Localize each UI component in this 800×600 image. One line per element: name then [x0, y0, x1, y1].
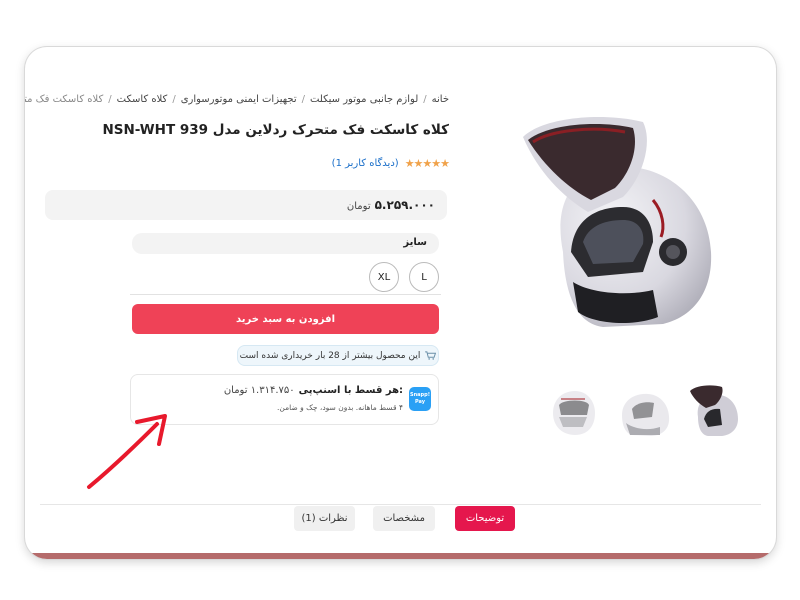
- tab-description[interactable]: توضیحات: [455, 506, 515, 531]
- breadcrumb-current: کلاه کاسکت فک متحرک ردل: [25, 93, 104, 105]
- breadcrumb: خانه / لوازم جانبی موتور سیکلت / تجهیزات…: [25, 91, 449, 107]
- size-label: سایز: [403, 237, 427, 248]
- popularity-text: این محصول بیشتر از 28 بار خریداری شده اس…: [239, 350, 421, 361]
- product-thumbnail-2[interactable]: [614, 381, 674, 441]
- popularity-notice: این محصول بیشتر از 28 بار خریداری شده اس…: [237, 345, 439, 366]
- snapp-pay-logo: Snapp! Pay: [409, 387, 431, 411]
- tab-specifications[interactable]: مشخصات: [373, 506, 435, 531]
- rating-row: ★★★★★ (دیدگاه کاربر 1): [332, 157, 450, 170]
- installment-amount: ۱.۳۱۴.۷۵۰ تومان: [223, 385, 295, 396]
- size-option-bar: سایز: [132, 233, 439, 254]
- breadcrumb-separator: /: [172, 93, 176, 105]
- breadcrumb-accessories[interactable]: لوازم جانبی موتور سیکلت: [310, 94, 418, 105]
- breadcrumb-separator: /: [108, 93, 112, 105]
- installment-subtitle: ۴ قسط ماهانه. بدون سود، چک و ضامن.: [277, 403, 403, 412]
- price-box: ۵.۲۵۹.۰۰۰ تومان: [45, 190, 447, 220]
- price-value: ۵.۲۵۹.۰۰۰: [374, 198, 435, 212]
- breadcrumb-home[interactable]: خانه: [432, 94, 449, 105]
- installment-title: هر قسط با اسنپ‌پی:: [298, 385, 403, 396]
- arrow-icon: [87, 414, 167, 489]
- breadcrumb-separator: /: [423, 93, 427, 105]
- frame-bottom-bar: [25, 553, 776, 559]
- product-thumbnail-3[interactable]: [543, 381, 603, 441]
- tabs-divider: [40, 504, 761, 505]
- cart-icon: [425, 351, 437, 360]
- price: ۵.۲۵۹.۰۰۰ تومان: [347, 198, 435, 212]
- rating-stars: ★★★★★: [404, 157, 450, 170]
- breadcrumb-safety-gear[interactable]: تجهیزات ایمنی موتورسواری: [181, 94, 297, 105]
- breadcrumb-helmets[interactable]: کلاه کاسکت: [117, 94, 168, 105]
- product-title: کلاه کاسکت فک متحرک ردلاین مدل NSN-WHT 9…: [102, 122, 449, 138]
- product-thumbnail-1[interactable]: [684, 381, 744, 441]
- add-to-cart-button[interactable]: افزودن به سبد خرید: [132, 304, 439, 334]
- installment-title-row: هر قسط با اسنپ‌پی: ۱.۳۱۴.۷۵۰ تومان: [224, 385, 403, 396]
- size-l-button[interactable]: L: [409, 262, 439, 292]
- size-xl-button[interactable]: XL: [369, 262, 399, 292]
- breadcrumb-separator: /: [301, 93, 305, 105]
- price-unit: تومان: [346, 201, 371, 212]
- divider: [130, 294, 441, 295]
- tab-comments[interactable]: نظرات (1): [294, 506, 355, 531]
- reviews-link[interactable]: (دیدگاه کاربر 1): [332, 158, 399, 169]
- product-page-frame: خانه / لوازم جانبی موتور سیکلت / تجهیزات…: [25, 47, 776, 559]
- product-main-image: [523, 117, 712, 327]
